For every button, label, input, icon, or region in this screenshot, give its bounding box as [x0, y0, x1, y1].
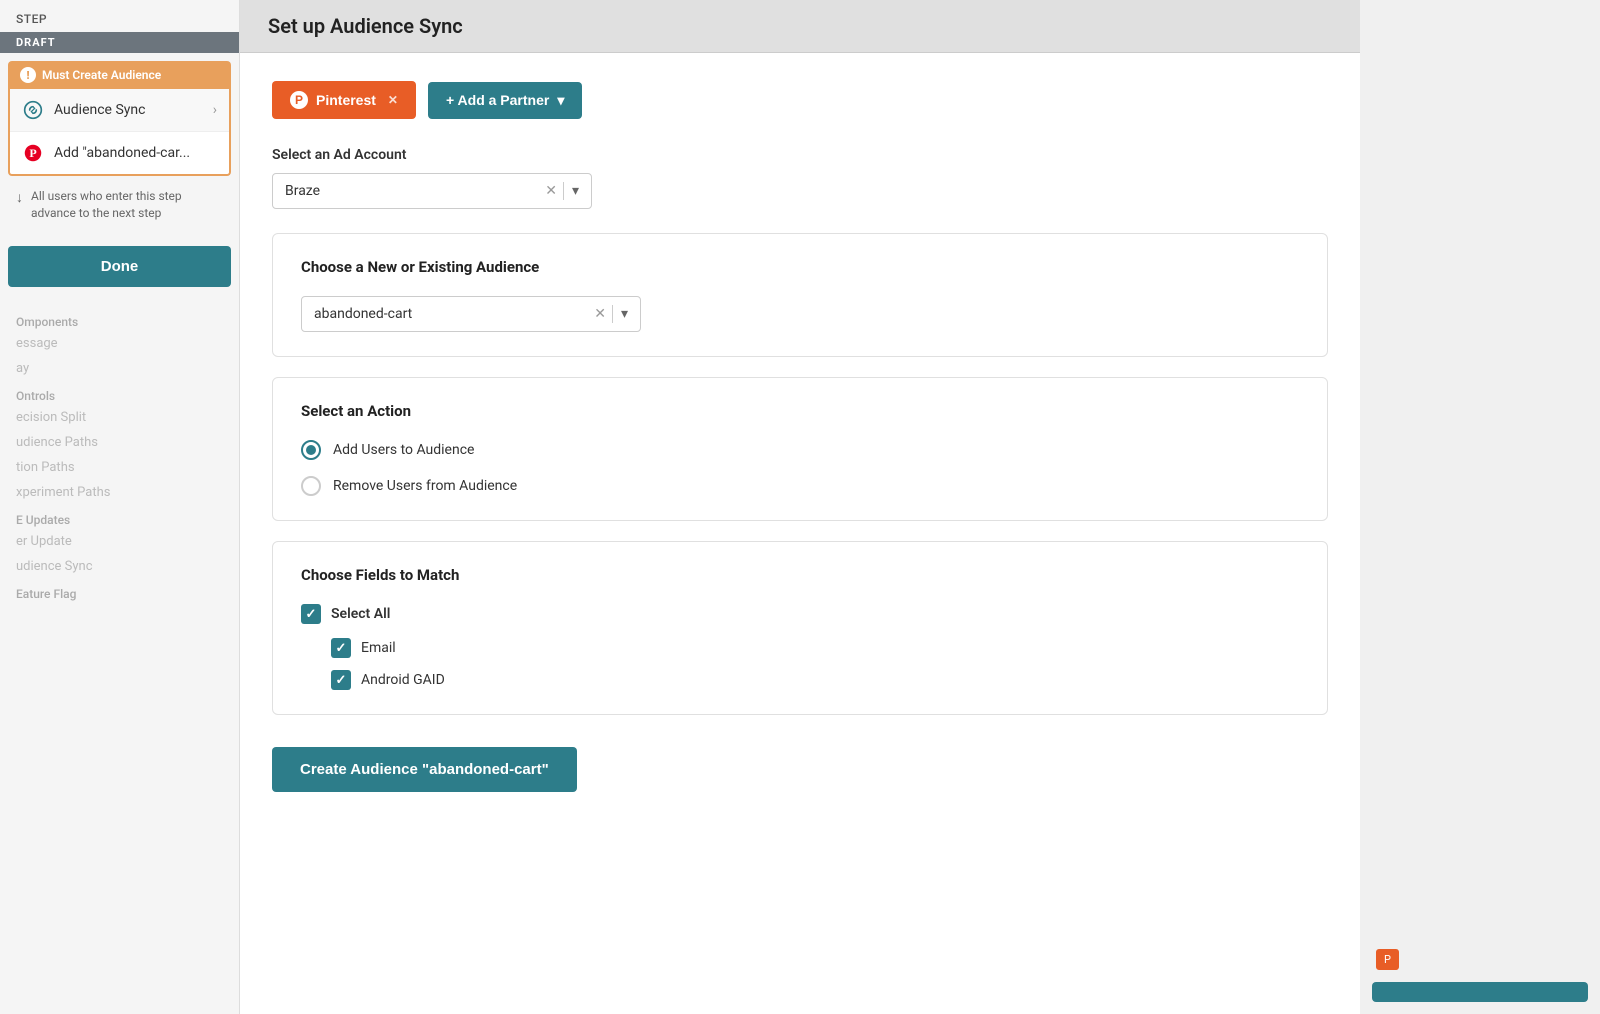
nav-section-feature-flag: eature Flag	[0, 579, 239, 603]
audience-clear-icon[interactable]: ✕	[594, 306, 606, 322]
action-section-title: Select an Action	[301, 402, 1299, 420]
must-create-label: Must Create Audience	[42, 68, 161, 82]
action-card-section: Select an Action Add Users to Audience R…	[272, 377, 1328, 521]
audience-select-divider	[612, 305, 613, 323]
android-gaid-checkmark-icon: ✓	[336, 673, 347, 688]
radio-add-users[interactable]: Add Users to Audience	[301, 440, 1299, 460]
pinterest-button[interactable]: P Pinterest ✕	[272, 81, 416, 119]
sidebar-item-add-audience[interactable]: P Add "abandoned-car...	[10, 132, 229, 174]
arrow-down-icon: ↓	[16, 189, 23, 209]
pinterest-close-icon[interactable]: ✕	[388, 93, 398, 107]
nav-section-components: omponents	[0, 307, 239, 331]
add-partner-chevron-icon: ▾	[557, 92, 564, 109]
add-partner-button[interactable]: + Add a Partner ▾	[428, 82, 582, 119]
select-divider	[563, 182, 564, 200]
nav-item-audience-sync[interactable]: udience Sync	[0, 554, 239, 579]
main-header: Set up Audience Sync	[240, 0, 1360, 53]
checkbox-android-gaid[interactable]: ✓ Android GAID	[331, 670, 1299, 690]
checkbox-select-all-btn[interactable]: ✓	[301, 604, 321, 624]
email-checkmark-icon: ✓	[336, 641, 347, 656]
audience-card-section: Choose a New or Existing Audience abando…	[272, 233, 1328, 357]
radio-remove-users[interactable]: Remove Users from Audience	[301, 476, 1299, 496]
right-panel: P	[1360, 0, 1600, 1014]
nav-section-controls: ontrols	[0, 381, 239, 405]
checkbox-android-gaid-btn[interactable]: ✓	[331, 670, 351, 690]
sidebar-items-box: Audience Sync › P Add "abandoned-car...	[8, 89, 231, 176]
right-panel-bottom: P	[1360, 933, 1600, 1014]
checkbox-email-label: Email	[361, 640, 396, 656]
ad-account-clear-icon[interactable]: ✕	[545, 183, 557, 199]
right-panel-done-btn	[1372, 982, 1588, 1002]
nav-item-audience-paths[interactable]: udience Paths	[0, 430, 239, 455]
checkbox-email[interactable]: ✓ Email	[331, 638, 1299, 658]
ad-account-value: Braze	[285, 183, 545, 199]
pinterest-small-icon: P	[22, 142, 44, 164]
audience-arrow-icon[interactable]: ▾	[621, 306, 628, 322]
nav-item-action-paths[interactable]: tion Paths	[0, 455, 239, 480]
ad-account-select[interactable]: Braze ✕ ▾	[272, 173, 592, 209]
ad-account-arrow-icon[interactable]: ▾	[572, 183, 579, 199]
nav-item-user-update[interactable]: er Update	[0, 529, 239, 554]
ad-account-label: Select an Ad Account	[272, 147, 1328, 163]
main-body: P Pinterest ✕ + Add a Partner ▾ Select a…	[240, 53, 1360, 1014]
sidebar-item-label: Audience Sync	[54, 102, 145, 118]
sidebar-item-add-label: Add "abandoned-car...	[54, 145, 190, 161]
fields-section-title: Choose Fields to Match	[301, 566, 1299, 584]
svg-text:P: P	[29, 146, 36, 160]
checkbox-email-btn[interactable]: ✓	[331, 638, 351, 658]
must-create-notice: ! Must Create Audience	[8, 61, 231, 89]
audience-select[interactable]: abandoned-cart ✕ ▾	[301, 296, 641, 332]
main-content: Set up Audience Sync P Pinterest ✕ + Add…	[240, 0, 1360, 1014]
radio-add-users-label: Add Users to Audience	[333, 442, 474, 458]
checkbox-android-gaid-label: Android GAID	[361, 672, 445, 688]
sub-checkboxes: ✓ Email ✓ Android GAID	[331, 638, 1299, 690]
draft-badge: DRAFT	[0, 32, 239, 53]
audience-section-title: Choose a New or Existing Audience	[301, 258, 1299, 276]
sidebar: Step DRAFT ! Must Create Audience Audien…	[0, 0, 240, 1014]
sync-icon	[22, 99, 44, 121]
ad-account-section: Select an Ad Account Braze ✕ ▾	[272, 147, 1328, 209]
fields-card-section: Choose Fields to Match ✓ Select All ✓ Em…	[272, 541, 1328, 715]
radio-remove-users-label: Remove Users from Audience	[333, 478, 517, 494]
radio-remove-users-btn[interactable]	[301, 476, 321, 496]
nav-section-updates: e Updates	[0, 505, 239, 529]
checkbox-select-all-label: Select All	[331, 606, 390, 622]
sidebar-hint: ↓ All users who enter this step advance …	[0, 176, 239, 234]
create-audience-button[interactable]: Create Audience "abandoned-cart"	[272, 747, 577, 792]
nav-item-delay[interactable]: ay	[0, 356, 239, 381]
nav-item-experiment-paths[interactable]: xperiment Paths	[0, 480, 239, 505]
pinterest-label: Pinterest	[316, 92, 376, 108]
done-button[interactable]: Done	[8, 246, 231, 287]
chevron-right-icon: ›	[213, 102, 217, 118]
partner-row: P Pinterest ✕ + Add a Partner ▾	[272, 81, 1328, 119]
add-partner-label: + Add a Partner	[446, 92, 549, 108]
fields-checkbox-group: ✓ Select All ✓ Email ✓	[301, 604, 1299, 690]
checkmark-icon: ✓	[306, 607, 317, 622]
pinterest-p-icon: P	[290, 91, 308, 109]
radio-add-users-btn[interactable]	[301, 440, 321, 460]
checkbox-select-all[interactable]: ✓ Select All	[301, 604, 1299, 624]
right-pinterest-badge: P	[1376, 949, 1399, 970]
audience-value: abandoned-cart	[314, 306, 594, 322]
step-label: Step	[0, 0, 239, 32]
nav-item-decision-split[interactable]: ecision Split	[0, 405, 239, 430]
warning-icon: !	[20, 67, 36, 83]
page-title: Set up Audience Sync	[268, 14, 1332, 38]
action-radio-group: Add Users to Audience Remove Users from …	[301, 440, 1299, 496]
sidebar-item-audience-sync[interactable]: Audience Sync ›	[10, 89, 229, 132]
sidebar-hint-text: All users who enter this step advance to…	[31, 188, 223, 222]
nav-item-message[interactable]: essage	[0, 331, 239, 356]
